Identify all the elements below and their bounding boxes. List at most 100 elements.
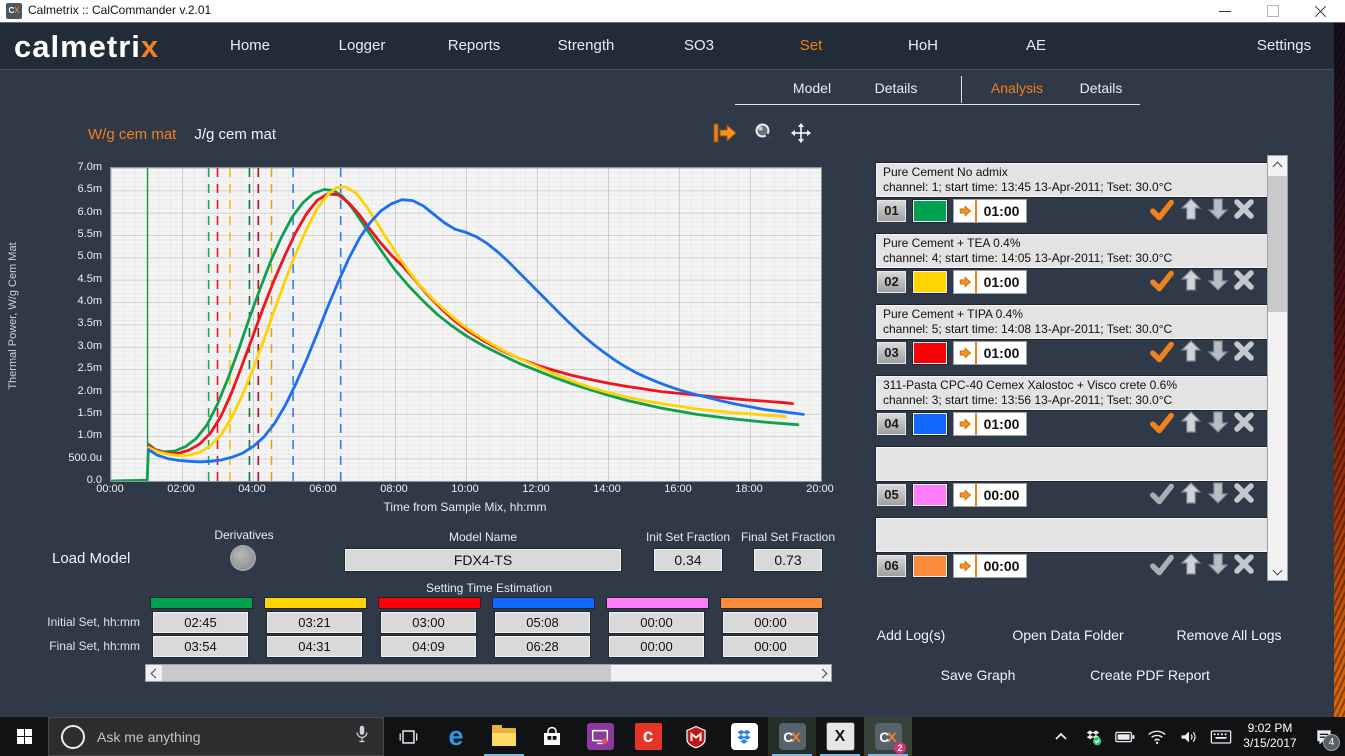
log-time-offset-field[interactable]: 01:00 (953, 412, 1027, 436)
unit-toggle[interactable]: W/g cem mat (88, 126, 176, 143)
tray-wifi-icon[interactable] (1141, 717, 1173, 756)
zoom-icon[interactable] (753, 122, 775, 144)
taskbar-icon-dropbox[interactable] (720, 717, 768, 756)
scroll-down-arrow[interactable] (1268, 563, 1287, 580)
log-time-offset-field[interactable]: 00:00 (953, 554, 1027, 578)
log-description[interactable]: Pure Cement No admix channel: 1; start t… (876, 163, 1272, 197)
final-fraction-field[interactable]: 0.73 (754, 549, 822, 571)
taskbar-icon-calcommander-2[interactable]: CX2 (864, 717, 912, 756)
data-cursor-icon[interactable] (712, 122, 738, 144)
remove-log-icon[interactable] (1232, 197, 1258, 223)
log-color-swatch[interactable] (913, 200, 947, 222)
start-button[interactable] (0, 717, 48, 756)
apply-check-icon[interactable] (1149, 552, 1175, 578)
nav-item[interactable]: HoH (908, 23, 938, 68)
save-graph-button[interactable]: Save Graph (941, 667, 1016, 683)
initial-set-field[interactable]: 03:00 (381, 612, 476, 633)
log-time-offset-field[interactable]: 00:00 (953, 483, 1027, 507)
derivatives-toggle[interactable] (232, 547, 254, 569)
move-up-icon[interactable] (1179, 268, 1205, 294)
initial-set-field[interactable]: 03:21 (267, 612, 362, 633)
log-color-swatch[interactable] (913, 342, 947, 364)
subtab[interactable]: Details (1059, 75, 1143, 103)
nav-item[interactable]: Home (230, 23, 270, 68)
subtab[interactable]: Analysis (975, 75, 1059, 103)
remove-log-icon[interactable] (1232, 552, 1258, 578)
apply-check-icon[interactable] (1149, 197, 1175, 223)
move-up-icon[interactable] (1179, 410, 1205, 436)
initial-set-field[interactable]: 00:00 (609, 612, 704, 633)
nav-item[interactable]: Reports (448, 23, 501, 68)
log-color-swatch[interactable] (913, 413, 947, 435)
nav-item[interactable]: Set (800, 23, 823, 68)
subtab[interactable]: Model (770, 75, 854, 103)
final-set-field[interactable]: 04:09 (381, 636, 476, 657)
final-set-field[interactable]: 03:54 (153, 636, 248, 657)
create-pdf-report-button[interactable]: Create PDF Report (1090, 667, 1210, 683)
apply-check-icon[interactable] (1149, 268, 1175, 294)
tray-battery-icon[interactable] (1109, 717, 1141, 756)
taskbar-icon-connect-app[interactable] (576, 717, 624, 756)
open-data-folder-button[interactable]: Open Data Folder (1012, 627, 1123, 643)
task-view-button[interactable] (384, 717, 432, 756)
scroll-up-arrow[interactable] (1268, 156, 1287, 173)
thermal-power-plot[interactable] (110, 167, 822, 482)
taskbar-icon-x-app[interactable]: X (816, 717, 864, 756)
remove-log-icon[interactable] (1232, 410, 1258, 436)
minimize-button[interactable] (1208, 0, 1242, 22)
nav-item[interactable]: SO3 (684, 23, 714, 68)
unit-toggle[interactable]: J/g cem mat (194, 126, 276, 143)
remove-log-icon[interactable] (1232, 268, 1258, 294)
final-set-field[interactable]: 00:00 (609, 636, 704, 657)
microphone-icon[interactable] (353, 724, 371, 749)
move-down-icon[interactable] (1206, 410, 1232, 436)
move-up-icon[interactable] (1179, 339, 1205, 365)
initial-set-field[interactable]: 02:45 (153, 612, 248, 633)
taskbar-icon-windows-store[interactable] (528, 717, 576, 756)
remove-log-icon[interactable] (1232, 339, 1258, 365)
taskbar-icon-edge[interactable]: e (432, 717, 480, 756)
nav-item[interactable]: AE (1026, 23, 1046, 68)
scrollbar-thumb[interactable] (1268, 176, 1287, 312)
model-name-field[interactable]: FDX4-TS (345, 549, 621, 571)
log-description[interactable] (876, 447, 1272, 481)
scroll-left-arrow[interactable] (146, 665, 161, 681)
taskbar-icon-c-app[interactable]: c (624, 717, 672, 756)
maximize-button[interactable] (1256, 0, 1290, 22)
log-time-offset-field[interactable]: 01:00 (953, 270, 1027, 294)
final-set-field[interactable]: 06:28 (495, 636, 590, 657)
move-down-icon[interactable] (1206, 481, 1232, 507)
apply-check-icon[interactable] (1149, 410, 1175, 436)
apply-check-icon[interactable] (1149, 481, 1175, 507)
log-time-offset-field[interactable]: 01:00 (953, 199, 1027, 223)
final-set-field[interactable]: 04:31 (267, 636, 362, 657)
log-color-swatch[interactable] (913, 271, 947, 293)
close-button[interactable] (1304, 0, 1338, 22)
scroll-right-arrow[interactable] (816, 665, 831, 681)
log-description[interactable] (876, 518, 1272, 552)
log-time-offset-field[interactable]: 01:00 (953, 341, 1027, 365)
move-up-icon[interactable] (1179, 197, 1205, 223)
init-fraction-field[interactable]: 0.34 (654, 549, 722, 571)
cortana-search-box[interactable]: Ask me anything (48, 717, 384, 756)
final-set-field[interactable]: 00:00 (723, 636, 818, 657)
apply-check-icon[interactable] (1149, 339, 1175, 365)
remove-log-icon[interactable] (1232, 481, 1258, 507)
tray-hidden-icons-chevron[interactable] (1045, 717, 1077, 756)
tray-keyboard-icon[interactable] (1205, 717, 1237, 756)
log-description[interactable]: Pure Cement + TIPA 0.4% channel: 5; star… (876, 305, 1272, 339)
taskbar-icon-file-explorer[interactable] (480, 717, 528, 756)
subtab[interactable]: Details (854, 75, 938, 103)
move-down-icon[interactable] (1206, 197, 1232, 223)
taskbar-clock[interactable]: 9:02 PM 3/15/2017 (1237, 717, 1303, 756)
remove-all-logs-button[interactable]: Remove All Logs (1176, 627, 1281, 643)
nav-item[interactable]: Logger (339, 23, 386, 68)
horizontal-scrollbar[interactable] (145, 664, 832, 682)
load-model-button[interactable]: Load Model (52, 550, 130, 567)
tray-volume-icon[interactable] (1173, 717, 1205, 756)
move-up-icon[interactable] (1179, 552, 1205, 578)
nav-item[interactable]: Strength (558, 23, 615, 68)
pan-icon[interactable] (790, 122, 812, 144)
taskbar-icon-mcafee[interactable] (672, 717, 720, 756)
nav-item[interactable]: Settings (1257, 23, 1311, 68)
